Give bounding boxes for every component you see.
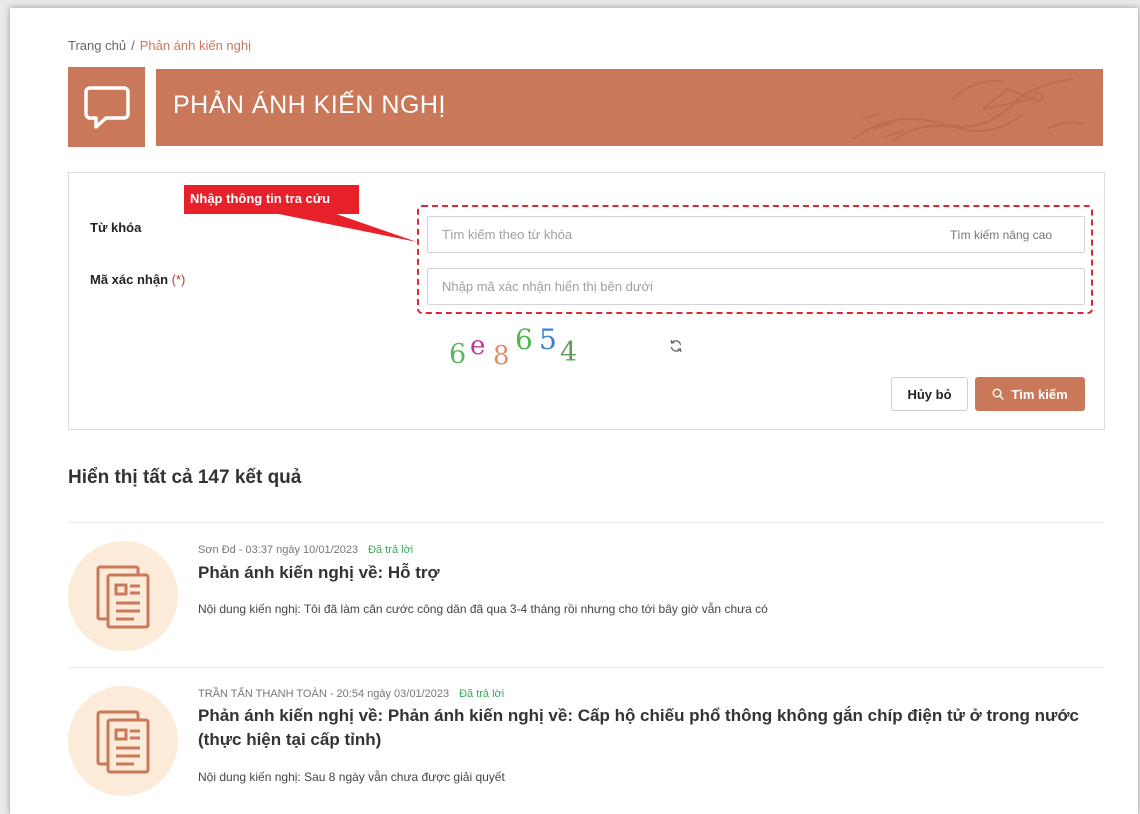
result-title[interactable]: Phản ánh kiến nghị về: Phản ánh kiến ngh…: [198, 704, 1098, 752]
status-badge: Đã trả lời: [459, 688, 505, 700]
divider: [68, 667, 1105, 668]
captcha-char: 5: [539, 323, 557, 356]
captcha-image: 6 e 8 6 5 4: [447, 323, 597, 371]
keyword-input[interactable]: [442, 217, 950, 252]
captcha-char: 4: [560, 337, 578, 368]
page: Trang chủ / Phản ánh kiến nghị PHẢN ÁNH KI…: [10, 8, 1138, 814]
results-heading: Hiển thị tất cả 147 kết quả: [68, 467, 302, 488]
divider: [68, 522, 1105, 523]
breadcrumb: Trang chủ / Phản ánh kiến nghị: [68, 38, 251, 53]
banner-icon-box: [68, 67, 145, 147]
result-content: Nội dung kiến nghị: Sau 8 ngày vẫn chưa …: [198, 770, 505, 784]
list-item[interactable]: TRẦN TẤN THANH TOÀN - 20:54 ngày 03/01/2…: [68, 682, 1105, 814]
breadcrumb-home-link[interactable]: Trang chủ: [68, 38, 126, 53]
result-meta: TRẦN TẤN THANH TOÀN - 20:54 ngày 03/01/2…: [198, 688, 504, 700]
decorative-crane-pattern-icon: [852, 78, 1084, 142]
refresh-captcha-icon[interactable]: [669, 339, 683, 353]
callout-arrow-icon: [249, 208, 417, 242]
keyword-input-box: Tìm kiếm nâng cao: [427, 216, 1085, 253]
result-meta: Sơn Đd - 03:37 ngày 10/01/2023 Đã trả lời: [198, 544, 413, 556]
list-item[interactable]: Sơn Đd - 03:37 ngày 10/01/2023 Đã trả lời…: [68, 538, 1105, 668]
captcha-char: 6: [449, 339, 467, 370]
result-content: Nội dung kiến nghị: Tôi đã làm căn cước …: [198, 602, 768, 616]
breadcrumb-separator: /: [131, 38, 135, 53]
keyword-label: Từ khóa: [90, 220, 142, 235]
document-avatar: [68, 541, 178, 651]
captcha-char: e: [470, 331, 486, 361]
captcha-char: 6: [515, 323, 533, 356]
result-author-date: TRẦN TẤN THANH TOÀN - 20:54 ngày 03/01/2…: [198, 688, 450, 700]
search-button[interactable]: Tìm kiếm: [975, 377, 1085, 411]
chat-bubble-icon: [83, 86, 130, 129]
status-badge: Đã trả lời: [368, 544, 414, 556]
breadcrumb-current: Phản ánh kiến nghị: [139, 38, 251, 53]
result-title[interactable]: Phản ánh kiến nghị về: Hỗ trợ: [198, 561, 1098, 585]
captcha-input[interactable]: [442, 269, 1084, 304]
document-icon: [96, 710, 150, 774]
search-icon: [992, 388, 1005, 400]
advanced-search-link[interactable]: Tìm kiếm nâng cao: [950, 228, 1052, 242]
cancel-button[interactable]: Hủy bỏ: [891, 377, 968, 411]
page-banner: PHẢN ÁNH KIẾN NGHỊ: [156, 69, 1103, 146]
captcha-label-text: Mã xác nhận: [90, 272, 169, 287]
search-panel: Từ khóa Mã xác nhận (*) Nhập thông tin t…: [68, 172, 1105, 430]
search-button-label: Tìm kiếm: [1011, 386, 1068, 402]
page-title: PHẢN ÁNH KIẾN NGHỊ: [173, 91, 446, 119]
captcha-label: Mã xác nhận (*): [90, 272, 185, 287]
document-icon: [96, 565, 150, 629]
captcha-input-box: [427, 268, 1085, 305]
result-author-date: Sơn Đd - 03:37 ngày 10/01/2023: [198, 544, 359, 556]
required-marker: (*): [171, 272, 186, 287]
captcha-char: 8: [493, 341, 510, 371]
document-avatar: [68, 686, 178, 796]
